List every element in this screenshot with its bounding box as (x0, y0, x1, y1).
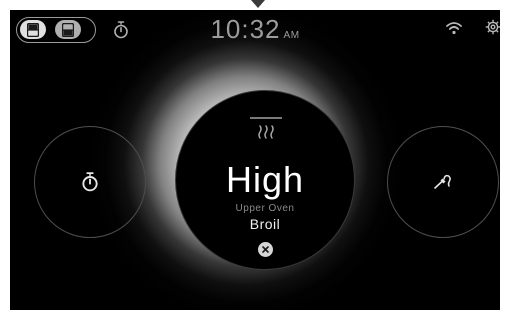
oven-screen: 10:32 AM High Upper Oven Broil (10, 10, 500, 310)
close-icon (262, 246, 269, 253)
timer-shortcut[interactable] (112, 20, 130, 40)
probe-icon (434, 174, 451, 189)
cancel-button[interactable] (258, 242, 273, 257)
lower-oven-icon (62, 22, 74, 37)
timer-button[interactable] (34, 126, 146, 238)
broil-level: High (225, 159, 305, 200)
dial-divider (250, 117, 282, 119)
stopwatch-icon (82, 172, 98, 192)
heat-waves-icon (258, 125, 274, 139)
clock-display: 10:32 AM (180, 14, 330, 45)
probe-button[interactable] (387, 126, 499, 238)
cook-mode-label: Broil (249, 216, 281, 232)
wifi-icon[interactable] (446, 21, 462, 35)
active-cook-dial[interactable]: High Upper Oven Broil (175, 90, 355, 270)
clock-time: 10:32 (210, 14, 281, 44)
upper-oven-icon (27, 22, 39, 37)
oven-selector-toggle[interactable] (16, 17, 96, 43)
clock-ampm: AM (283, 30, 300, 41)
top-notch (251, 0, 265, 8)
lower-oven-button[interactable] (55, 20, 81, 39)
upper-oven-button[interactable] (20, 20, 46, 39)
stopwatch-icon (114, 21, 128, 39)
oven-zone-label: Upper Oven (235, 203, 295, 214)
gear-icon[interactable] (485, 19, 500, 35)
